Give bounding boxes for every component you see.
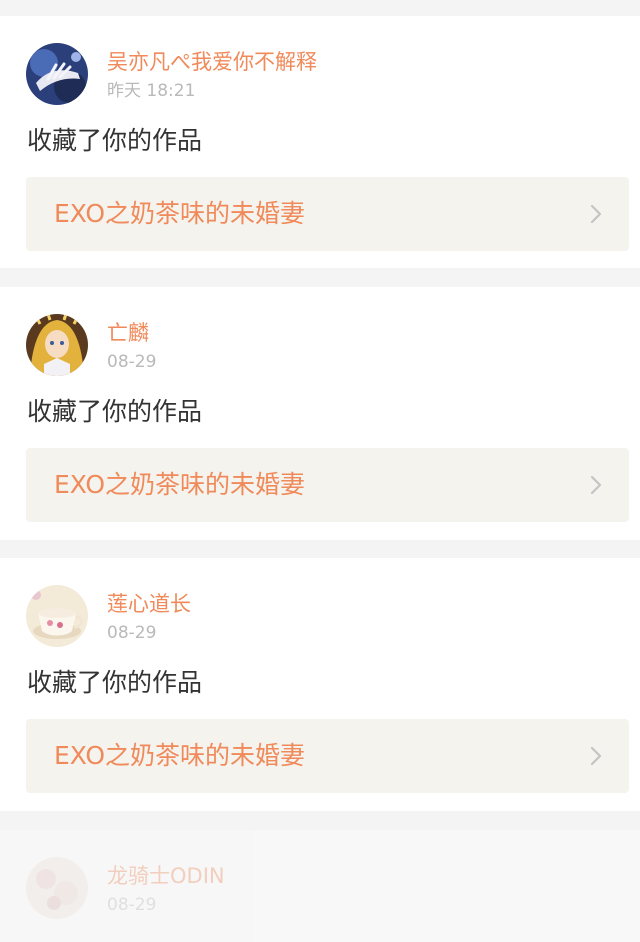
notification-card: 亡麟 08-29 收藏了你的作品 EXO之奶茶味的未婚妻 xyxy=(0,287,640,540)
chevron-right-icon xyxy=(590,204,602,224)
chevron-right-icon xyxy=(590,475,602,495)
username[interactable]: 吴亦凡ぺ我爱你不解释 xyxy=(107,48,317,76)
work-link[interactable]: EXO之奶茶味的未婚妻 xyxy=(26,177,629,251)
action-text: 收藏了你的作品 xyxy=(27,126,203,155)
avatar-teacup-icon xyxy=(26,585,88,647)
avatar-anime-girl-icon xyxy=(26,314,88,376)
notification-feed: 吴亦凡ぺ我爱你不解释 昨天 18:21 收藏了你的作品 EXO之奶茶味的未婚妻 … xyxy=(0,0,640,942)
work-title: EXO之奶茶味的未婚妻 xyxy=(54,741,306,770)
username[interactable]: 亡麟 xyxy=(107,319,149,347)
action-text: 收藏了你的作品 xyxy=(27,397,203,426)
avatar[interactable] xyxy=(26,314,88,376)
work-link[interactable]: EXO之奶茶味的未婚妻 xyxy=(26,719,629,793)
work-title: EXO之奶茶味的未婚妻 xyxy=(54,199,306,228)
timestamp: 08-29 xyxy=(107,623,157,643)
timestamp: 08-29 xyxy=(107,352,157,372)
avatar[interactable] xyxy=(26,585,88,647)
username[interactable]: 莲心道长 xyxy=(107,590,191,618)
avatar[interactable] xyxy=(26,857,88,919)
username[interactable]: 龙骑士ODIN xyxy=(107,862,225,890)
avatar-floral-icon xyxy=(26,857,88,919)
avatar[interactable] xyxy=(26,43,88,105)
action-text: 收藏了你的作品 xyxy=(27,668,203,697)
timestamp: 08-29 xyxy=(107,895,157,915)
work-title: EXO之奶茶味的未婚妻 xyxy=(54,470,306,499)
notification-card: 龙骑士ODIN 08-29 xyxy=(0,830,640,942)
notification-card: 莲心道长 08-29 收藏了你的作品 EXO之奶茶味的未婚妻 xyxy=(0,558,640,811)
timestamp: 昨天 18:21 xyxy=(107,81,196,101)
avatar-hand-photo-icon xyxy=(26,43,88,105)
notification-card: 吴亦凡ぺ我爱你不解释 昨天 18:21 收藏了你的作品 EXO之奶茶味的未婚妻 xyxy=(0,16,640,268)
chevron-right-icon xyxy=(590,746,602,766)
work-link[interactable]: EXO之奶茶味的未婚妻 xyxy=(26,448,629,522)
